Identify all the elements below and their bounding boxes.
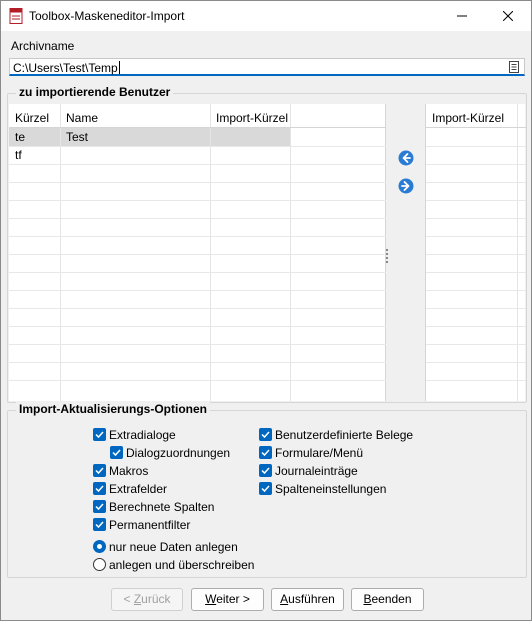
- cell-kuerzel[interactable]: te: [9, 128, 60, 146]
- checkbox-makros[interactable]: Makros: [93, 463, 148, 479]
- radio-unselected-icon: [93, 558, 106, 571]
- radio-selected-icon: [93, 540, 106, 553]
- app-icon: [9, 8, 23, 24]
- radio-nur-neue-daten[interactable]: nur neue Daten anlegen: [93, 539, 238, 555]
- checkbox-checked-icon: [259, 482, 272, 495]
- checkbox-benutzerdefinierte-belege[interactable]: Benutzerdefinierte Belege: [259, 427, 413, 443]
- next-button[interactable]: Weiter >: [191, 588, 264, 611]
- checkbox-checked-icon: [93, 428, 106, 441]
- checkbox-checked-icon: [259, 464, 272, 477]
- finish-button[interactable]: Beenden: [351, 588, 424, 611]
- title-bar[interactable]: Toolbox-Maskeneditor-Import: [1, 1, 531, 31]
- checkbox-checked-icon: [259, 446, 272, 459]
- checkbox-permanentfilter[interactable]: Permanentfilter: [93, 517, 190, 533]
- column-header-kuerzel[interactable]: Kürzel: [9, 107, 60, 129]
- arrow-left-icon[interactable]: [398, 150, 414, 166]
- archiv-path-input[interactable]: C:\Users\Test\Temp: [9, 58, 525, 76]
- checkbox-extrafelder[interactable]: Extrafelder: [93, 481, 167, 497]
- radio-anlegen-ueberschreiben[interactable]: anlegen und überschreiben: [93, 557, 254, 573]
- text-caret: [118, 61, 120, 74]
- users-group-title: zu importierende Benutzer: [16, 85, 174, 99]
- archiv-path-value: C:\Users\Test\Temp: [13, 61, 118, 75]
- run-button[interactable]: Ausführen: [271, 588, 344, 611]
- checkbox-extradialoge[interactable]: Extradialoge: [93, 427, 176, 443]
- cell-import-kuerzel[interactable]: [210, 146, 290, 164]
- checkbox-checked-icon: [110, 446, 123, 459]
- browse-icon[interactable]: [508, 61, 520, 73]
- cell-name[interactable]: Test: [60, 128, 210, 146]
- checkbox-dialogzuordnungen[interactable]: Dialogzuordnungen: [110, 445, 230, 461]
- close-button[interactable]: [485, 1, 531, 31]
- window-title: Toolbox-Maskeneditor-Import: [29, 9, 185, 23]
- checkbox-checked-icon: [93, 464, 106, 477]
- checkbox-checked-icon: [93, 518, 106, 531]
- archiv-label: Archivname: [11, 39, 75, 53]
- cell-kuerzel[interactable]: tf: [9, 146, 60, 164]
- checkbox-formulare-menue[interactable]: Formulare/Menü: [259, 445, 363, 461]
- cell-import-kuerzel[interactable]: [210, 128, 290, 146]
- checkbox-berechnete-spalten[interactable]: Berechnete Spalten: [93, 499, 214, 515]
- users-grid[interactable]: Kürzel Name Import-Kürzel te Test tf: [9, 104, 386, 401]
- close-icon: [503, 11, 513, 21]
- right-column-header-import-kuerzel[interactable]: Import-Kürzel: [426, 107, 517, 129]
- options-group-title: Import-Aktualisierungs-Optionen: [16, 402, 211, 416]
- minimize-button[interactable]: [439, 1, 485, 31]
- back-button[interactable]: < Zurück: [111, 588, 183, 611]
- splitter-handle[interactable]: [386, 249, 388, 263]
- checkbox-journaleintraege[interactable]: Journaleinträge: [259, 463, 358, 479]
- checkbox-checked-icon: [259, 428, 272, 441]
- checkbox-spalteneinstellungen[interactable]: Spalteneinstellungen: [259, 481, 386, 497]
- cell-name[interactable]: [60, 146, 210, 164]
- minimize-icon: [457, 15, 467, 17]
- dialog-window: Toolbox-Maskeneditor-Import Archivname C…: [0, 0, 532, 621]
- arrow-right-icon[interactable]: [398, 178, 414, 194]
- checkbox-checked-icon: [93, 482, 106, 495]
- checkbox-checked-icon: [93, 500, 106, 513]
- column-header-name[interactable]: Name: [60, 107, 210, 129]
- column-header-import-kuerzel[interactable]: Import-Kürzel: [210, 107, 290, 129]
- import-kuerzel-grid[interactable]: Import-Kürzel: [425, 104, 526, 401]
